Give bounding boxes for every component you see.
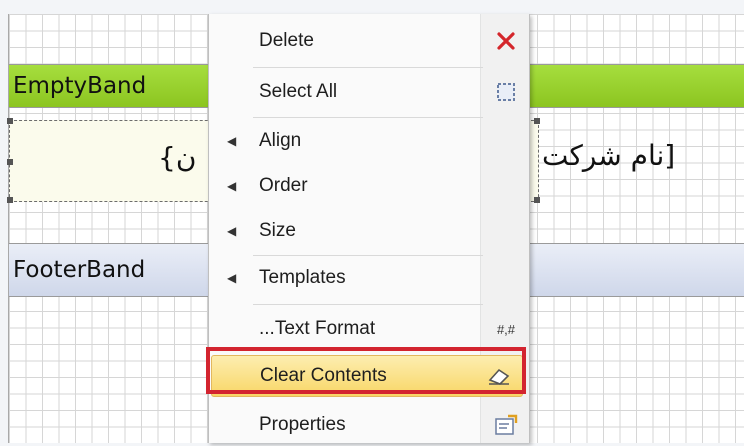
menu-separator (253, 255, 483, 256)
menu-item-order[interactable]: ◀ Order (209, 165, 529, 207)
submenu-arrow-icon: ◀ (227, 134, 237, 148)
properties-icon (491, 410, 521, 440)
submenu-arrow-icon: ◀ (227, 271, 237, 285)
menu-separator (253, 117, 483, 118)
delete-x-icon (491, 26, 521, 56)
menu-item-align[interactable]: ◀ Align (209, 120, 529, 162)
submenu-arrow-icon: ◀ (227, 179, 237, 193)
footer-band-title: FooterBand (13, 257, 146, 283)
resize-handle[interactable] (7, 197, 13, 203)
menu-item-label: Delete (259, 30, 314, 51)
menu-item-label: Align (259, 130, 302, 151)
resize-handle[interactable] (534, 197, 540, 203)
menu-item-label: Select All (259, 81, 338, 102)
select-all-icon (491, 77, 521, 107)
resize-handle[interactable] (534, 118, 540, 124)
menu-item-label: Order (259, 175, 308, 196)
menu-item-text-format[interactable]: ...Text Format #,# (209, 308, 529, 350)
text-format-icon: #,# (496, 321, 516, 337)
menu-separator (253, 67, 483, 68)
menu-separator (253, 304, 483, 305)
highlight-callout-box (206, 347, 526, 394)
menu-item-label: ...Text Format (259, 318, 376, 339)
menu-item-label: Templates (259, 267, 346, 288)
menu-item-select-all[interactable]: Select All (209, 71, 529, 113)
text-component-content-right: نام شرکت] (542, 139, 676, 172)
submenu-arrow-icon: ◀ (227, 224, 237, 238)
menu-item-templates[interactable]: ◀ Templates (209, 257, 529, 299)
text-component-content: {ن (158, 141, 197, 174)
resize-handle[interactable] (7, 159, 13, 165)
resize-handle[interactable] (7, 118, 13, 124)
menu-item-label: Properties (259, 414, 346, 435)
menu-item-delete[interactable]: Delete (209, 20, 529, 62)
menu-item-label: Size (259, 220, 296, 241)
menu-item-properties[interactable]: Properties (209, 404, 529, 446)
menu-item-size[interactable]: ◀ Size (209, 210, 529, 252)
empty-band-title: EmptyBand (13, 73, 147, 99)
